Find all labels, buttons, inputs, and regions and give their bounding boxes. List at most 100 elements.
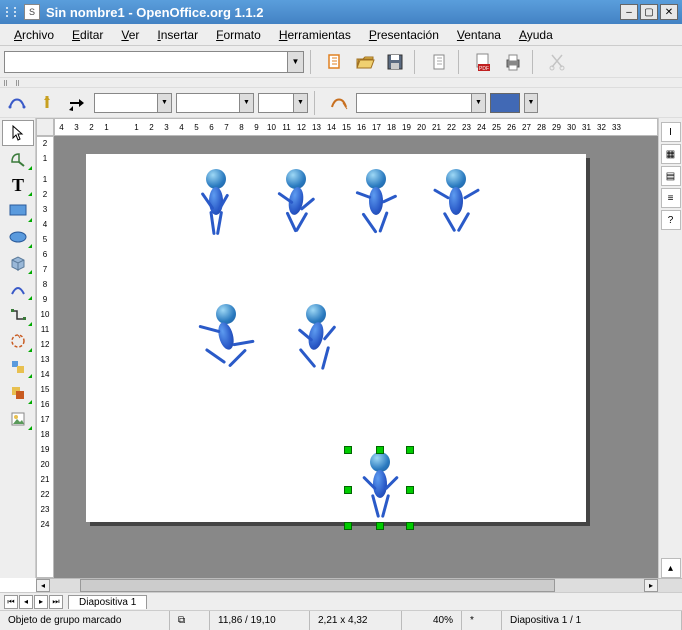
figure-1[interactable] [186,169,246,249]
open-button[interactable] [352,49,378,75]
rectangle-tool[interactable] [2,198,34,224]
fill-style-combo[interactable]: ▼ [356,93,486,113]
align-tool[interactable] [2,354,34,380]
separator [532,50,538,74]
layout-icon[interactable]: ▦ [661,144,681,164]
workspace: 4321123456789101112131415161718192021222… [36,118,658,578]
arrow-pen-icon[interactable] [34,90,60,116]
separator [310,50,316,74]
cut-button[interactable] [544,49,570,75]
line-color-combo[interactable]: ▼ [258,93,308,113]
line-style-combo[interactable]: ▼ [94,93,172,113]
menu-presentacion[interactable]: Presentación [361,26,447,44]
tab-last-button[interactable]: ⏭ [49,595,63,609]
menu-ver[interactable]: Ver [113,26,147,44]
outline-icon[interactable]: ≡ [661,188,681,208]
menu-editar[interactable]: Editar [64,26,111,44]
insert-tool[interactable] [2,406,34,432]
titlebar-drag-handle[interactable] [4,5,18,19]
slide[interactable] [86,154,586,522]
maximize-button[interactable]: ▢ [640,4,658,20]
sel-handle-n[interactable] [376,446,384,454]
text-tool[interactable]: T [2,172,34,198]
select-tool[interactable] [2,120,34,146]
separator [314,91,320,115]
effects-tool[interactable] [2,328,34,354]
scrollbar-horizontal[interactable]: ◂ ▸ [36,578,682,592]
main-toolbar: ▼ PDF [0,46,682,78]
canvas[interactable] [54,136,658,578]
titlebar: S Sin nombre1 - OpenOffice.org 1.1.2 – ▢… [0,0,682,24]
menu-insertar[interactable]: Insertar [149,26,206,44]
status-page-icon[interactable]: ⧉ [170,611,210,630]
ruler-corner [36,118,54,136]
grid-icon[interactable]: ▤ [661,166,681,186]
tab-next-button[interactable]: ▸ [34,595,48,609]
statusbar: Objeto de grupo marcado ⧉ 11,86 / 19,10 … [0,610,682,630]
menu-formato[interactable]: Formato [208,26,269,44]
scroll-up-icon[interactable]: ▴ [661,558,681,578]
sel-handle-s[interactable] [376,522,384,530]
status-size: 2,21 x 4,32 [310,611,402,630]
line-width-combo[interactable]: ▼ [176,93,254,113]
tab-slide-1[interactable]: Diapositiva 1 [68,595,147,609]
separator [458,50,464,74]
ruler-horizontal[interactable]: 4321123456789101112131415161718192021222… [54,118,658,136]
fill-color-box[interactable] [490,93,520,113]
minimize-button[interactable]: – [620,4,638,20]
menu-herramientas[interactable]: Herramientas [271,26,359,44]
sel-handle-nw[interactable] [344,446,352,454]
edit-file-button[interactable] [322,49,348,75]
main-area: T 43211234567891011121314151617181920212… [0,118,682,578]
tab-first-button[interactable]: ⏮ [4,595,18,609]
curve-tool[interactable] [2,276,34,302]
export-pdf-button[interactable]: PDF [470,49,496,75]
sel-handle-e[interactable] [406,486,414,494]
new-doc-button[interactable] [426,49,452,75]
ruler-vertical[interactable]: 2112345678910111213141516171819202122232… [36,136,54,578]
left-toolbox: T [0,118,36,578]
sel-handle-ne[interactable] [406,446,414,454]
save-button[interactable] [382,49,408,75]
toolbar-grip[interactable] [16,80,20,86]
app-icon[interactable]: S [24,4,40,20]
print-button[interactable] [500,49,526,75]
tab-prev-button[interactable]: ◂ [19,595,33,609]
ellipse-tool[interactable] [2,224,34,250]
menu-ayuda[interactable]: Ayuda [511,26,561,44]
url-input[interactable] [5,52,287,72]
toolbar-grip-row [0,78,682,88]
figure-4[interactable] [426,169,486,249]
help-icon[interactable]: ? [661,210,681,230]
url-combo[interactable]: ▼ [4,51,304,73]
zoom-tool[interactable] [2,146,34,172]
svg-text:PDF: PDF [479,66,489,72]
status-zoom[interactable]: 40% [402,611,462,630]
sel-handle-sw[interactable] [344,522,352,530]
arrow-style-icon[interactable] [64,90,90,116]
url-dropdown-button[interactable]: ▼ [287,52,303,72]
text-cursor-icon[interactable]: I [661,122,681,142]
figure-3[interactable] [346,169,406,249]
close-button[interactable]: ✕ [660,4,678,20]
menu-ventana[interactable]: Ventana [449,26,509,44]
sel-handle-w[interactable] [344,486,352,494]
3d-tool[interactable] [2,250,34,276]
status-mode[interactable]: * [462,611,502,630]
connector-tool[interactable] [2,302,34,328]
figure-6[interactable] [286,304,346,384]
line-curve-icon[interactable] [4,90,30,116]
fill-color-dropdown[interactable]: ▼ [524,93,538,113]
sel-handle-se[interactable] [406,522,414,530]
toolbar-grip[interactable] [4,80,8,86]
fill-curve-icon[interactable] [326,90,352,116]
arrange-tool[interactable] [2,380,34,406]
figure-5[interactable] [196,304,256,384]
scroll-left-button[interactable]: ◂ [36,579,50,592]
scroll-right-button[interactable]: ▸ [644,579,658,592]
figure-selected[interactable] [350,452,410,532]
scroll-thumb[interactable] [80,579,555,592]
figure-2[interactable] [266,169,326,249]
object-toolbar: ▼ ▼ ▼ ▼ ▼ [0,88,682,118]
menu-archivo[interactable]: Archivo [6,26,62,44]
